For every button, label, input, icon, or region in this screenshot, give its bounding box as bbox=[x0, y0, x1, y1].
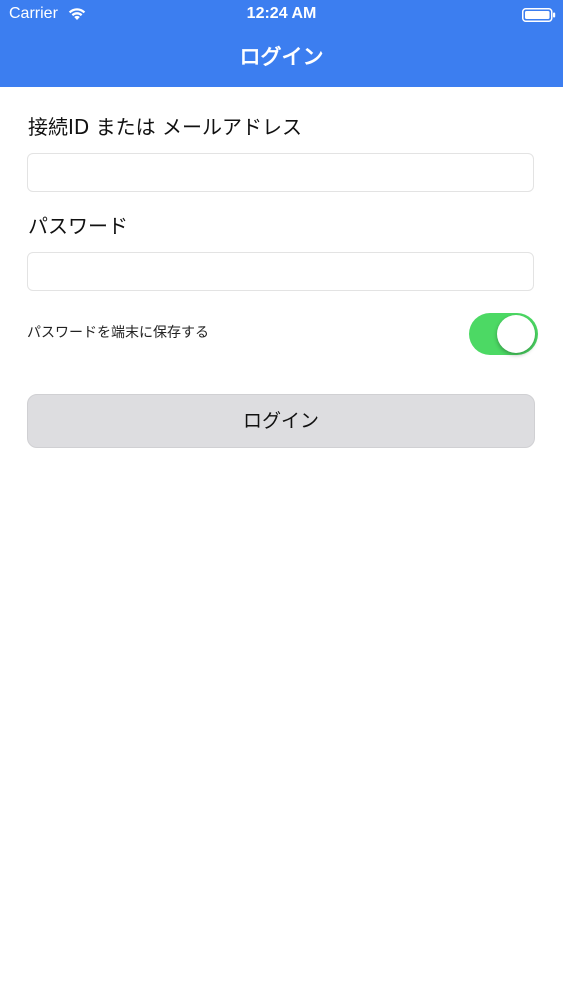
password-field[interactable] bbox=[27, 252, 534, 291]
login-screen: Carrier 12:24 AM ログイン 接続ID または メールアドレス パ… bbox=[0, 0, 563, 1000]
page-title: ログイン bbox=[239, 45, 324, 69]
status-time: 12:24 AM bbox=[246, 5, 317, 22]
navigation-bar: Carrier 12:24 AM ログイン bbox=[0, 0, 563, 87]
login-button[interactable]: ログイン bbox=[27, 394, 535, 448]
save-password-label: パスワードを端末に保存する bbox=[27, 325, 209, 341]
login-id-field[interactable] bbox=[27, 153, 534, 192]
save-password-toggle[interactable] bbox=[469, 313, 538, 355]
battery-icon bbox=[522, 7, 556, 22]
password-label: パスワード bbox=[28, 214, 128, 238]
status-bar: Carrier 12:24 AM bbox=[0, 0, 563, 28]
login-id-label: 接続ID または メールアドレス bbox=[28, 115, 303, 139]
toggle-knob bbox=[497, 315, 535, 353]
